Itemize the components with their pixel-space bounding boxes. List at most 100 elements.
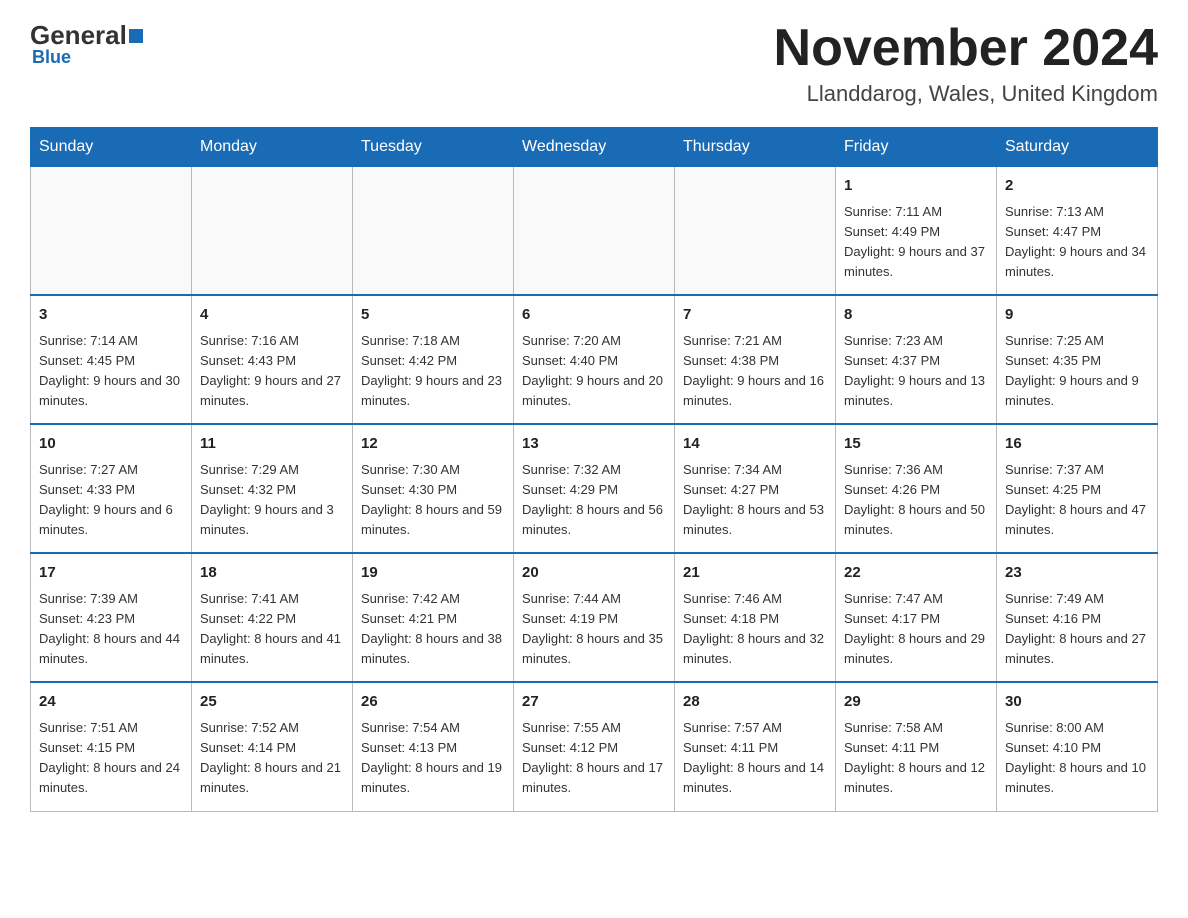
day-sun-info: Sunrise: 7:54 AMSunset: 4:13 PMDaylight:… [361, 718, 505, 799]
calendar-day-cell: 7 Sunrise: 7:21 AMSunset: 4:38 PMDaylight… [675, 295, 836, 424]
day-number: 9 [1005, 304, 1149, 327]
day-number: 13 [522, 433, 666, 456]
calendar-day-cell: 29 Sunrise: 7:58 AMSunset: 4:11 PMDayligh… [836, 682, 997, 811]
day-sun-info: Sunrise: 7:34 AMSunset: 4:27 PMDaylight:… [683, 460, 827, 541]
calendar-day-cell: 8 Sunrise: 7:23 AMSunset: 4:37 PMDaylight… [836, 295, 997, 424]
calendar-day-cell: 11 Sunrise: 7:29 AMSunset: 4:32 PMDayligh… [192, 424, 353, 553]
day-number: 18 [200, 562, 344, 585]
calendar-week-row: 1 Sunrise: 7:11 AMSunset: 4:49 PMDaylight… [31, 167, 1158, 296]
calendar-day-cell: 21Sunrise: 7:46 AMSunset: 4:18 PMDayligh… [675, 553, 836, 682]
calendar-week-row: 17 Sunrise: 7:39 AMSunset: 4:23 PMDayligh… [31, 553, 1158, 682]
day-sun-info: Sunrise: 7:32 AMSunset: 4:29 PMDaylight:… [522, 460, 666, 541]
day-number: 8 [844, 304, 988, 327]
logo-blue-text: Blue [32, 47, 143, 68]
day-of-week-header: Saturday [997, 128, 1158, 167]
calendar-day-cell: 5Sunrise: 7:18 AMSunset: 4:42 PMDaylight… [353, 295, 514, 424]
calendar-day-cell: 19 Sunrise: 7:42 AMSunset: 4:21 PMDayligh… [353, 553, 514, 682]
day-sun-info: Sunrise: 7:42 AMSunset: 4:21 PMDaylight:… [361, 589, 505, 670]
day-number: 3 [39, 304, 183, 327]
calendar-day-cell [514, 167, 675, 296]
day-sun-info: Sunrise: 7:14 AMSunset: 4:45 PMDaylight:… [39, 331, 183, 412]
day-number: 23 [1005, 562, 1149, 585]
day-number: 26 [361, 691, 505, 714]
logo-triangle-icon [129, 29, 143, 43]
calendar-day-cell: 30 Sunrise: 8:00 AMSunset: 4:10 PMDayligh… [997, 682, 1158, 811]
calendar-day-cell: 24 Sunrise: 7:51 AMSunset: 4:15 PMDayligh… [31, 682, 192, 811]
calendar-day-cell: 2 Sunrise: 7:13 AMSunset: 4:47 PMDaylight… [997, 167, 1158, 296]
calendar-day-cell: 27Sunrise: 7:55 AMSunset: 4:12 PMDayligh… [514, 682, 675, 811]
day-number: 30 [1005, 691, 1149, 714]
day-number: 10 [39, 433, 183, 456]
calendar-day-cell: 14 Sunrise: 7:34 AMSunset: 4:27 PMDayligh… [675, 424, 836, 553]
calendar-day-cell: 6Sunrise: 7:20 AMSunset: 4:40 PMDaylight… [514, 295, 675, 424]
day-sun-info: Sunrise: 7:36 AMSunset: 4:26 PMDaylight:… [844, 460, 988, 541]
calendar-day-cell [192, 167, 353, 296]
day-of-week-header: Sunday [31, 128, 192, 167]
calendar-week-row: 3 Sunrise: 7:14 AMSunset: 4:45 PMDaylight… [31, 295, 1158, 424]
calendar-day-cell: 15 Sunrise: 7:36 AMSunset: 4:26 PMDayligh… [836, 424, 997, 553]
day-sun-info: Sunrise: 7:52 AMSunset: 4:14 PMDaylight:… [200, 718, 344, 799]
day-sun-info: Sunrise: 7:11 AMSunset: 4:49 PMDaylight:… [844, 202, 988, 283]
calendar-day-cell: 26 Sunrise: 7:54 AMSunset: 4:13 PMDayligh… [353, 682, 514, 811]
day-of-week-header: Tuesday [353, 128, 514, 167]
calendar-day-cell [675, 167, 836, 296]
day-number: 28 [683, 691, 827, 714]
day-sun-info: Sunrise: 7:41 AMSunset: 4:22 PMDaylight:… [200, 589, 344, 670]
calendar-day-cell: 13 Sunrise: 7:32 AMSunset: 4:29 PMDayligh… [514, 424, 675, 553]
day-sun-info: Sunrise: 7:30 AMSunset: 4:30 PMDaylight:… [361, 460, 505, 541]
day-of-week-header: Friday [836, 128, 997, 167]
day-number: 25 [200, 691, 344, 714]
day-of-week-header: Thursday [675, 128, 836, 167]
day-sun-info: Sunrise: 7:13 AMSunset: 4:47 PMDaylight:… [1005, 202, 1149, 283]
month-year-title: November 2024 [774, 20, 1158, 77]
calendar-week-row: 10 Sunrise: 7:27 AMSunset: 4:33 PMDayligh… [31, 424, 1158, 553]
location-subtitle: Llanddarog, Wales, United Kingdom [774, 81, 1158, 107]
day-sun-info: Sunrise: 7:37 AMSunset: 4:25 PMDaylight:… [1005, 460, 1149, 541]
day-number: 7 [683, 304, 827, 327]
calendar-day-cell [31, 167, 192, 296]
day-sun-info: Sunrise: 7:57 AMSunset: 4:11 PMDaylight:… [683, 718, 827, 799]
day-number: 20 [522, 562, 666, 585]
day-number: 19 [361, 562, 505, 585]
day-sun-info: Sunrise: 7:29 AMSunset: 4:32 PMDaylight:… [200, 460, 344, 541]
day-number: 17 [39, 562, 183, 585]
day-sun-info: Sunrise: 7:23 AMSunset: 4:37 PMDaylight:… [844, 331, 988, 412]
day-number: 4 [200, 304, 344, 327]
calendar-day-cell: 17 Sunrise: 7:39 AMSunset: 4:23 PMDayligh… [31, 553, 192, 682]
calendar-day-cell: 10 Sunrise: 7:27 AMSunset: 4:33 PMDayligh… [31, 424, 192, 553]
calendar-day-cell: 25 Sunrise: 7:52 AMSunset: 4:14 PMDayligh… [192, 682, 353, 811]
day-sun-info: Sunrise: 7:39 AMSunset: 4:23 PMDaylight:… [39, 589, 183, 670]
calendar-day-cell: 20 Sunrise: 7:44 AMSunset: 4:19 PMDayligh… [514, 553, 675, 682]
day-sun-info: Sunrise: 7:58 AMSunset: 4:11 PMDaylight:… [844, 718, 988, 799]
calendar-week-row: 24 Sunrise: 7:51 AMSunset: 4:15 PMDayligh… [31, 682, 1158, 811]
day-number: 14 [683, 433, 827, 456]
calendar-day-cell: 1 Sunrise: 7:11 AMSunset: 4:49 PMDaylight… [836, 167, 997, 296]
day-number: 29 [844, 691, 988, 714]
calendar-day-cell: 12 Sunrise: 7:30 AMSunset: 4:30 PMDayligh… [353, 424, 514, 553]
day-sun-info: Sunrise: 7:21 AMSunset: 4:38 PMDaylight:… [683, 331, 827, 412]
calendar-day-cell: 4 Sunrise: 7:16 AMSunset: 4:43 PMDaylight… [192, 295, 353, 424]
day-number: 1 [844, 175, 988, 198]
day-number: 2 [1005, 175, 1149, 198]
page-header: General Blue November 2024 Llanddarog, W… [30, 20, 1158, 107]
calendar-day-cell: 3 Sunrise: 7:14 AMSunset: 4:45 PMDaylight… [31, 295, 192, 424]
day-number: 6 [522, 304, 666, 327]
day-of-week-header: Wednesday [514, 128, 675, 167]
day-sun-info: Sunrise: 7:51 AMSunset: 4:15 PMDaylight:… [39, 718, 183, 799]
calendar-day-cell: 28 Sunrise: 7:57 AMSunset: 4:11 PMDayligh… [675, 682, 836, 811]
day-number: 16 [1005, 433, 1149, 456]
day-number: 15 [844, 433, 988, 456]
day-sun-info: Sunrise: 7:18 AMSunset: 4:42 PMDaylight:… [361, 331, 505, 412]
day-number: 24 [39, 691, 183, 714]
day-number: 11 [200, 433, 344, 456]
day-sun-info: Sunrise: 7:25 AMSunset: 4:35 PMDaylight:… [1005, 331, 1149, 412]
day-number: 21 [683, 562, 827, 585]
day-sun-info: Sunrise: 7:44 AMSunset: 4:19 PMDaylight:… [522, 589, 666, 670]
day-sun-info: Sunrise: 7:47 AMSunset: 4:17 PMDaylight:… [844, 589, 988, 670]
day-number: 22 [844, 562, 988, 585]
day-sun-info: Sunrise: 7:27 AMSunset: 4:33 PMDaylight:… [39, 460, 183, 541]
day-number: 12 [361, 433, 505, 456]
calendar-table: SundayMondayTuesdayWednesdayThursdayFrid… [30, 127, 1158, 811]
day-sun-info: Sunrise: 8:00 AMSunset: 4:10 PMDaylight:… [1005, 718, 1149, 799]
day-sun-info: Sunrise: 7:16 AMSunset: 4:43 PMDaylight:… [200, 331, 344, 412]
